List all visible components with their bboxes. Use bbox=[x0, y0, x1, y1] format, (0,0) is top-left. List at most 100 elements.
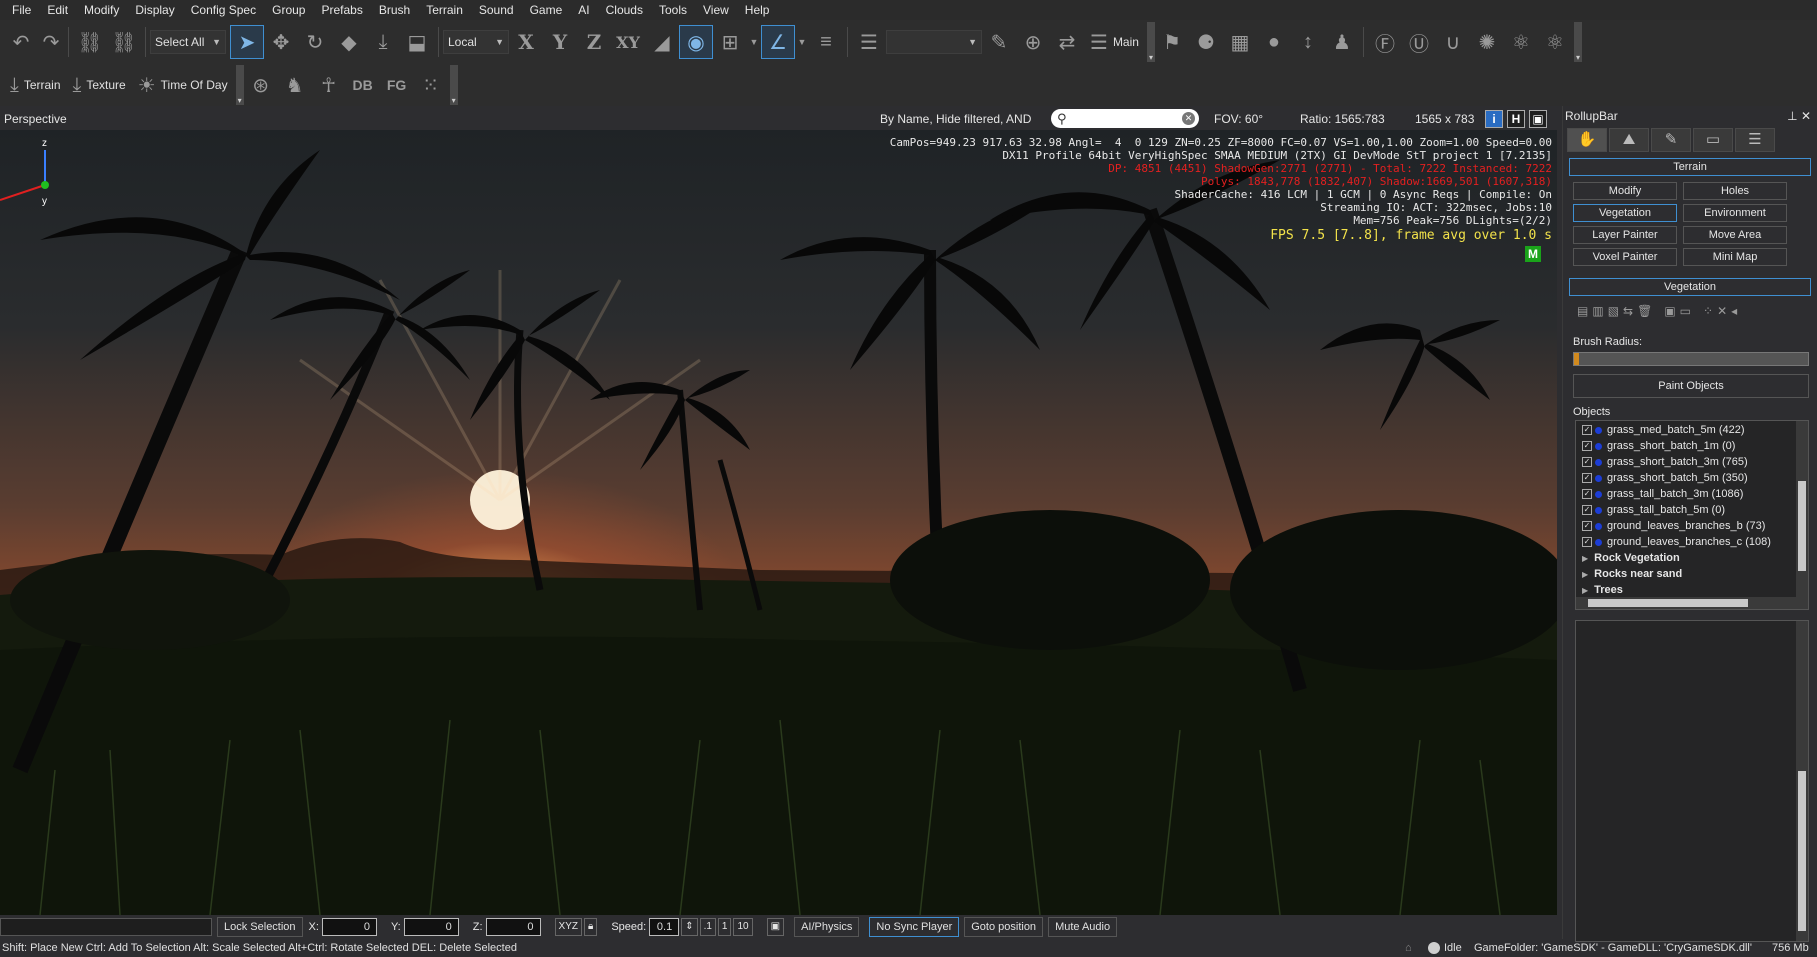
facegen-button[interactable]: FG bbox=[380, 68, 414, 102]
vegetation-section-header[interactable]: Vegetation bbox=[1569, 278, 1811, 296]
tab-display-icon[interactable]: ▭ bbox=[1693, 128, 1733, 152]
menu-game[interactable]: Game bbox=[522, 0, 571, 20]
axis-x-button[interactable]: X bbox=[509, 25, 543, 59]
texture-button[interactable]: ⤓ Texture bbox=[67, 68, 132, 102]
axis-z-button[interactable]: Z bbox=[577, 25, 611, 59]
expand-icon[interactable]: ▶ bbox=[1582, 554, 1588, 563]
list-icon[interactable]: ☰ bbox=[852, 25, 886, 59]
map-icon[interactable]: ▦ bbox=[1223, 25, 1257, 59]
helpers-button[interactable]: H bbox=[1507, 110, 1525, 128]
z-input[interactable]: 0 bbox=[485, 918, 541, 936]
clear-icon[interactable]: ✕ bbox=[1717, 304, 1727, 318]
grid-icon[interactable]: ⊞ bbox=[713, 25, 747, 59]
checkbox[interactable]: ✓ bbox=[1582, 425, 1592, 435]
list-item[interactable]: ✓ grass_short_batch_3m (765) bbox=[1576, 454, 1808, 470]
list-group[interactable]: ▶ Trees bbox=[1576, 582, 1808, 598]
viewport-3d[interactable]: CamPos=949.23 917.63 32.98 Angl= 4 0 129… bbox=[0, 130, 1557, 915]
mute-audio-button[interactable]: Mute Audio bbox=[1048, 917, 1118, 937]
scrollbar-thumb[interactable] bbox=[1798, 771, 1806, 931]
paint-objects-button[interactable]: Paint Objects bbox=[1573, 374, 1809, 398]
sphere-icon[interactable]: ● bbox=[1257, 25, 1291, 59]
terrain-axis-icon[interactable]: ◢ bbox=[645, 25, 679, 59]
rotate-tool-icon[interactable]: ↻ bbox=[298, 25, 332, 59]
tab-terrain-icon[interactable]: ⛰ bbox=[1609, 128, 1649, 152]
list-group[interactable]: ▶ Rocks near sand bbox=[1576, 566, 1808, 582]
viewport-resolution[interactable]: 1565 x 783 bbox=[1415, 112, 1474, 126]
layer-button[interactable]: ☰ Main bbox=[1084, 25, 1145, 59]
terrain-button[interactable]: ⤓ Terrain bbox=[4, 68, 67, 102]
properties-scrollbar[interactable] bbox=[1796, 621, 1808, 941]
tab-objects-icon[interactable]: ✋ bbox=[1567, 128, 1607, 152]
chevron-left-icon[interactable]: ◂ bbox=[1731, 304, 1737, 318]
scatter-icon[interactable]: ⁘ bbox=[1703, 304, 1713, 318]
undo-icon[interactable]: ↶ bbox=[4, 25, 38, 59]
select-all-combo[interactable]: Select All ▼ bbox=[150, 30, 226, 54]
menu-help[interactable]: Help bbox=[737, 0, 778, 20]
toolbar-grip[interactable]: ▾ bbox=[1573, 22, 1582, 62]
speed-0-1-button[interactable]: .1 bbox=[699, 918, 716, 936]
y-input[interactable]: 0 bbox=[403, 918, 459, 936]
mini-map-button[interactable]: Mini Map bbox=[1683, 248, 1787, 266]
ai-icon[interactable]: ⚈ bbox=[1189, 25, 1223, 59]
chevron-down-icon[interactable]: ▼ bbox=[747, 25, 761, 59]
expand-icon[interactable]: ▶ bbox=[1582, 586, 1588, 595]
snap-terrain-icon[interactable]: ⤓ bbox=[366, 25, 400, 59]
speed-stepper-icon[interactable]: ⇕ bbox=[681, 918, 698, 936]
checkbox[interactable]: ✓ bbox=[1582, 505, 1592, 515]
pin-icon[interactable]: ⊥ bbox=[1787, 109, 1797, 123]
menu-tools[interactable]: Tools bbox=[651, 0, 695, 20]
menu-edit[interactable]: Edit bbox=[39, 0, 76, 20]
viewport-ratio[interactable]: Ratio: 1565:783 bbox=[1300, 112, 1385, 126]
database-button[interactable]: DB bbox=[346, 68, 380, 102]
camera-icon[interactable]: ▣ bbox=[766, 918, 785, 936]
clear-icon[interactable]: ✕ bbox=[1182, 112, 1195, 125]
menu-prefabs[interactable]: Prefabs bbox=[313, 0, 370, 20]
lock-selection-button[interactable]: Lock Selection bbox=[217, 917, 303, 937]
move-object-icon[interactable]: ⇆ bbox=[1623, 304, 1633, 318]
add-icon[interactable]: ⊕ bbox=[1016, 25, 1050, 59]
scrollbar-thumb[interactable] bbox=[1798, 481, 1806, 571]
list-item[interactable]: ✓ grass_tall_batch_5m (0) bbox=[1576, 502, 1808, 518]
ai-physics-button[interactable]: AI/Physics bbox=[794, 917, 860, 937]
delete-object-icon[interactable]: 🗑︎ bbox=[1637, 304, 1652, 318]
list-item[interactable]: ✓ grass_short_batch_5m (350) bbox=[1576, 470, 1808, 486]
move-tool-icon[interactable]: ✥ bbox=[264, 25, 298, 59]
tab-modeling-icon[interactable]: ✎ bbox=[1651, 128, 1691, 152]
x-input[interactable]: 0 bbox=[321, 918, 377, 936]
save-icon[interactable]: ▣ bbox=[1664, 304, 1675, 318]
speed-1-button[interactable]: 1 bbox=[717, 918, 732, 936]
clone-object-icon[interactable]: ▥ bbox=[1592, 304, 1603, 318]
menu-ai[interactable]: AI bbox=[570, 0, 597, 20]
voxel-painter-button[interactable]: Voxel Painter bbox=[1573, 248, 1677, 266]
transfer-icon[interactable]: ⇄ bbox=[1050, 25, 1084, 59]
menu-display[interactable]: Display bbox=[127, 0, 182, 20]
maximize-icon[interactable]: ▣ bbox=[1529, 110, 1547, 128]
vegetation-button[interactable]: Vegetation bbox=[1573, 204, 1677, 222]
grid-dots-icon[interactable]: ⁙ bbox=[414, 68, 448, 102]
info-button[interactable]: i bbox=[1485, 110, 1503, 128]
person-icon[interactable]: ☥ bbox=[312, 68, 346, 102]
xyz-button[interactable]: XYZ bbox=[554, 918, 582, 936]
list-item[interactable]: ✓ ground_leaves_branches_b (73) bbox=[1576, 518, 1808, 534]
list-group[interactable]: ▶ Rock Vegetation bbox=[1576, 550, 1808, 566]
tab-layers-icon[interactable]: ☰ bbox=[1735, 128, 1775, 152]
modify-button[interactable]: Modify bbox=[1573, 182, 1677, 200]
unlink-icon[interactable]: ⛓ bbox=[107, 25, 141, 59]
terrain-section-header[interactable]: Terrain bbox=[1569, 158, 1811, 176]
list-item[interactable]: ✓ grass_tall_batch_3m (1086) bbox=[1576, 486, 1808, 502]
eye-view-icon[interactable]: ◉ bbox=[679, 25, 713, 59]
viewport-fov[interactable]: FOV: 60° bbox=[1214, 112, 1263, 126]
viewport-title[interactable]: Perspective bbox=[4, 112, 67, 126]
atom-icon[interactable]: ⚛ bbox=[1504, 25, 1538, 59]
no-sync-player-button[interactable]: No Sync Player bbox=[869, 917, 960, 937]
axis-xy-button[interactable]: XY bbox=[611, 25, 645, 59]
checkbox[interactable]: ✓ bbox=[1582, 537, 1592, 547]
lock-icon[interactable]: 🔒︎ bbox=[583, 918, 598, 936]
menu-terrain[interactable]: Terrain bbox=[418, 0, 471, 20]
redo-icon[interactable]: ↷ bbox=[38, 25, 64, 59]
viewport-filter-mode[interactable]: By Name, Hide filtered, AND bbox=[880, 112, 1031, 126]
scrollbar-thumb[interactable] bbox=[1588, 599, 1748, 607]
angle-snap-icon[interactable]: ∠ bbox=[761, 25, 795, 59]
environment-button[interactable]: Environment bbox=[1683, 204, 1787, 222]
checkbox[interactable]: ✓ bbox=[1582, 473, 1592, 483]
